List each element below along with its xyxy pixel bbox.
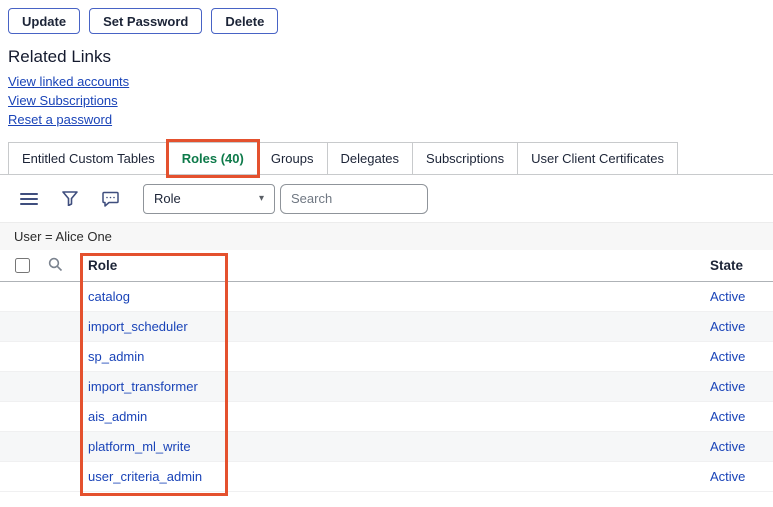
chat-icon[interactable] — [102, 191, 119, 207]
column-header-state[interactable]: State — [710, 258, 765, 273]
user-record-page: Update Set Password Delete Related Links… — [0, 0, 773, 507]
role-link[interactable]: user_criteria_admin — [88, 469, 202, 484]
table-row: catalog Active — [0, 282, 773, 312]
tab-label: Entitled Custom Tables — [22, 151, 155, 166]
update-button[interactable]: Update — [8, 8, 80, 34]
state-link[interactable]: Active — [710, 439, 745, 454]
view-subscriptions-link[interactable]: View Subscriptions — [8, 93, 118, 108]
related-links-list: View linked accounts View Subscriptions … — [8, 74, 773, 127]
state-link[interactable]: Active — [710, 349, 745, 364]
related-links-heading: Related Links — [8, 47, 773, 67]
tab-label: Groups — [271, 151, 314, 166]
select-all-checkbox[interactable] — [15, 258, 30, 273]
role-link[interactable]: sp_admin — [88, 349, 144, 364]
state-link[interactable]: Active — [710, 469, 745, 484]
table-row: import_scheduler Active — [0, 312, 773, 342]
table-row: import_transformer Active — [0, 372, 773, 402]
search-rows-cell — [42, 257, 78, 275]
tab-bar: Entitled Custom Tables Roles (40) Groups De… — [0, 142, 773, 175]
state-link[interactable]: Active — [710, 379, 745, 394]
table-header-row: Role State — [0, 250, 773, 282]
filter-icon[interactable] — [62, 191, 78, 206]
list-controls-icon[interactable] — [20, 192, 38, 206]
search-column-value: Role — [154, 191, 181, 206]
delete-button[interactable]: Delete — [211, 8, 278, 34]
chevron-down-icon: ▾ — [259, 193, 264, 204]
tab-label: User Client Certificates — [531, 151, 664, 166]
tab-entitled-custom-tables[interactable]: Entitled Custom Tables — [8, 142, 169, 174]
tab-label: Subscriptions — [426, 151, 504, 166]
state-link[interactable]: Active — [710, 289, 745, 304]
tab-subscriptions[interactable]: Subscriptions — [412, 142, 518, 174]
breadcrumb-text: User = Alice One — [14, 229, 112, 244]
view-linked-accounts-link[interactable]: View linked accounts — [8, 74, 129, 89]
table-row: platform_ml_write Active — [0, 432, 773, 462]
list-toolbar: Role ▾ — [0, 175, 773, 223]
tab-roles-40[interactable]: Roles (40) — [168, 142, 258, 174]
roles-related-list: Role ▾ User = Alice One Role State catal… — [0, 175, 773, 492]
select-all-cell — [8, 255, 42, 276]
reset-a-password-link[interactable]: Reset a password — [8, 112, 112, 127]
state-link[interactable]: Active — [710, 409, 745, 424]
role-link[interactable]: catalog — [88, 289, 130, 304]
tab-label: Delegates — [341, 151, 400, 166]
tab-label: Roles (40) — [182, 151, 244, 166]
table-row: sp_admin Active — [0, 342, 773, 372]
role-link[interactable]: ais_admin — [88, 409, 147, 424]
action-bar: Update Set Password Delete — [0, 0, 773, 34]
tab-delegates[interactable]: Delegates — [327, 142, 414, 174]
list-search-input[interactable] — [280, 184, 428, 214]
role-link[interactable]: import_transformer — [88, 379, 198, 394]
breadcrumb[interactable]: User = Alice One — [0, 223, 773, 250]
role-link[interactable]: import_scheduler — [88, 319, 188, 334]
column-header-role[interactable]: Role — [78, 258, 710, 273]
search-column-select[interactable]: Role ▾ — [143, 184, 275, 214]
tab-groups[interactable]: Groups — [257, 142, 328, 174]
set-password-button[interactable]: Set Password — [89, 8, 202, 34]
tab-user-client-certificates[interactable]: User Client Certificates — [517, 142, 678, 174]
role-link[interactable]: platform_ml_write — [88, 439, 191, 454]
table-row: user_criteria_admin Active — [0, 462, 773, 492]
table-body: catalogActiveimport_schedulerActivesp_ad… — [0, 282, 773, 492]
table-row: ais_admin Active — [0, 402, 773, 432]
state-link[interactable]: Active — [710, 319, 745, 334]
search-rows-icon[interactable] — [48, 257, 63, 272]
